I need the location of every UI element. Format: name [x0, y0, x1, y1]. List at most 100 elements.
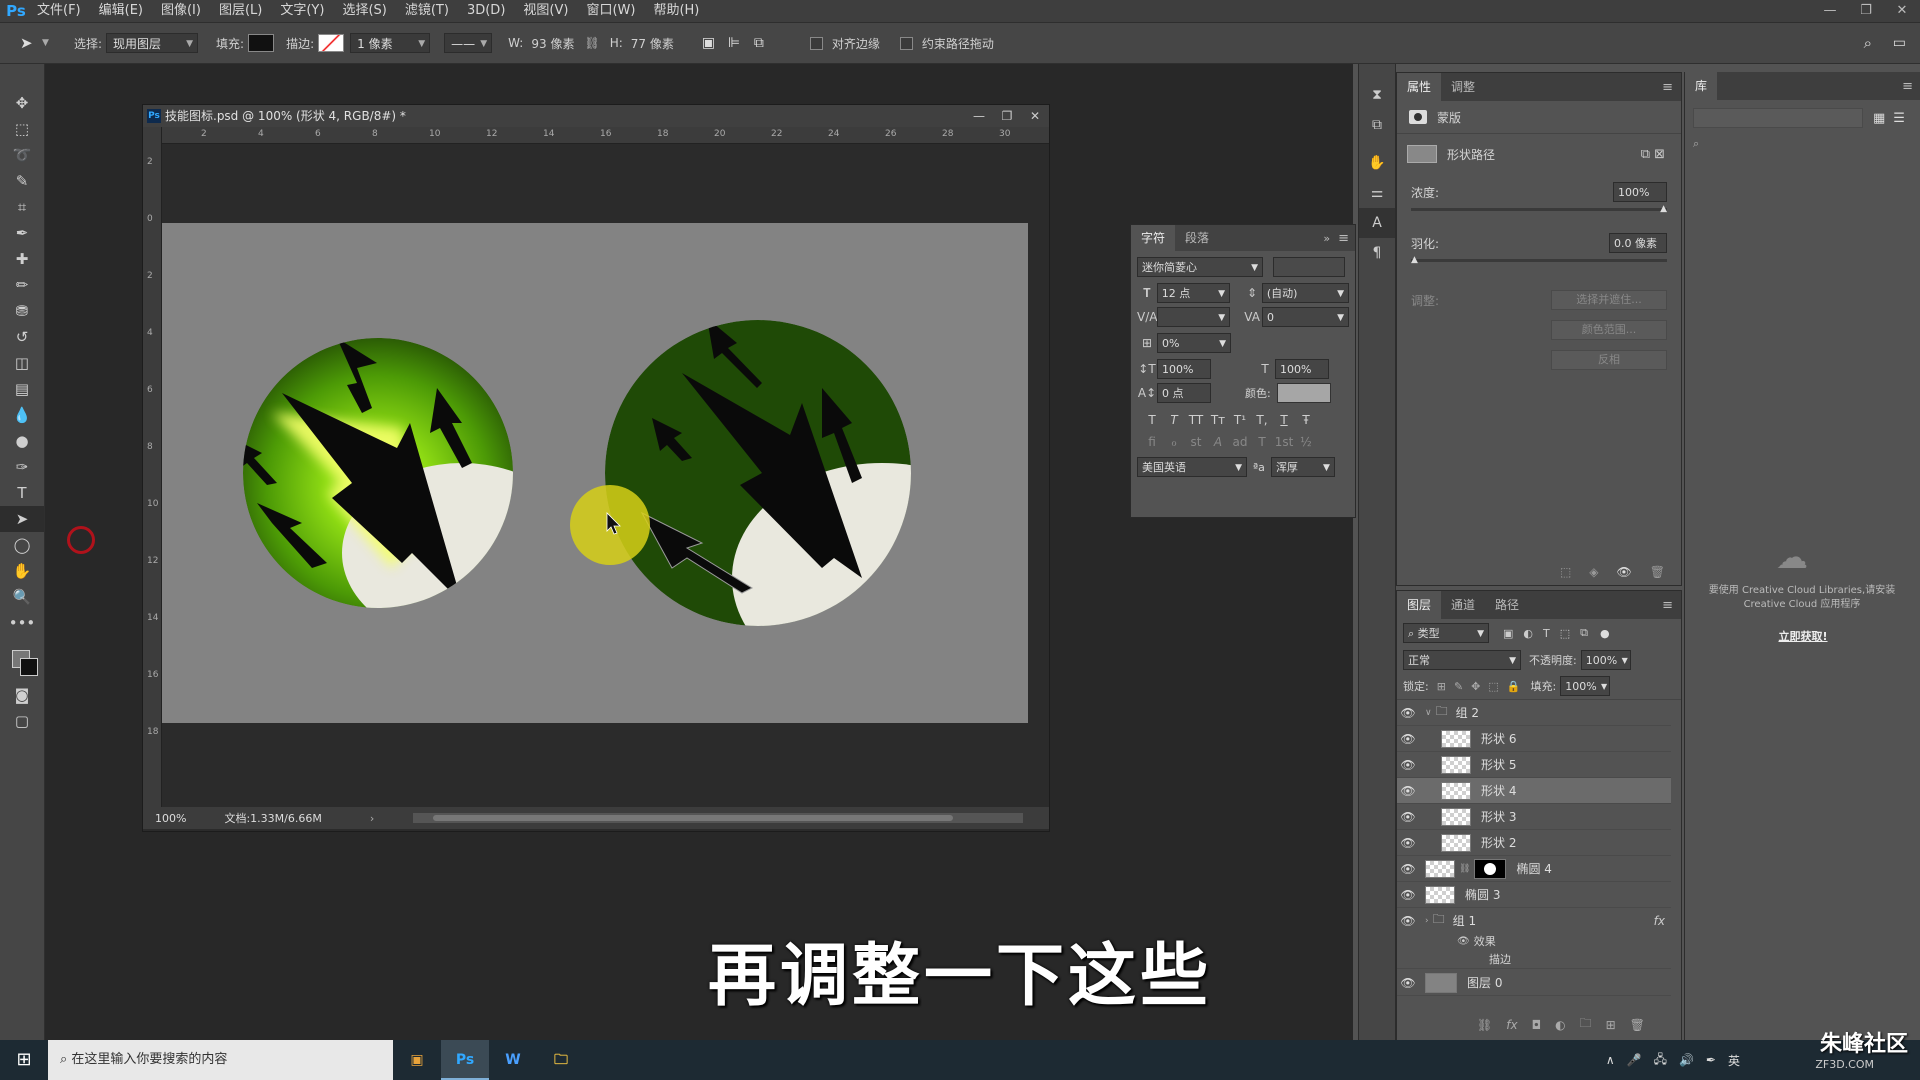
menu-type[interactable]: 文字(Y)	[271, 0, 333, 22]
lock-transparent-icon[interactable]: ⊞	[1437, 680, 1446, 693]
antialias-dropdown[interactable]: 浑厚 ▼	[1270, 457, 1335, 477]
visibility-eye-icon[interactable]: 👁	[1397, 706, 1419, 720]
doc-close-button[interactable]: ✕	[1021, 105, 1049, 127]
visibility-eye-icon[interactable]: 👁	[1397, 732, 1419, 746]
history-panel-icon[interactable]: ⧗	[1359, 80, 1395, 110]
dodge-tool-icon[interactable]: ●	[0, 428, 44, 454]
add-mask-icon[interactable]: ◘	[1532, 1018, 1542, 1032]
load-selection-icon[interactable]: ⬚	[1560, 565, 1571, 579]
visibility-eye-icon[interactable]: 👁	[1397, 784, 1419, 798]
history-brush-tool-icon[interactable]: ↺	[0, 324, 44, 350]
select-and-mask-button[interactable]: 选择并遮住...	[1551, 290, 1667, 310]
layer-row-group-2[interactable]: 👁 ∨ 🗀 组 2	[1397, 700, 1671, 726]
leading-field[interactable]: (自动) ▼	[1261, 283, 1349, 303]
faux-bold-button[interactable]: T	[1141, 413, 1163, 427]
color-range-button[interactable]: 颜色范围...	[1551, 320, 1667, 340]
hand-tool-icon[interactable]: ✋	[0, 558, 44, 584]
properties-panel-icon[interactable]: ⧉	[1359, 110, 1395, 140]
constrain-path-checkbox[interactable]: 约束路径拖动	[899, 35, 998, 52]
taskbar-explorer-icon[interactable]: 🗀	[537, 1040, 585, 1080]
invert-button[interactable]: 反相	[1551, 350, 1667, 370]
type-tool-icon[interactable]: T	[0, 480, 44, 506]
microphone-icon[interactable]: 🎤	[1627, 1053, 1642, 1067]
layer-filter-dropdown[interactable]: ⌕ 类型 ▼	[1403, 623, 1489, 643]
tab-paths[interactable]: 路径	[1485, 591, 1529, 619]
status-arrow-icon[interactable]: ›	[370, 812, 374, 825]
proportional-spacing-field[interactable]: 0% ▼	[1157, 333, 1231, 353]
menu-layer[interactable]: 图层(L)	[210, 0, 271, 22]
eyedropper-tool-icon[interactable]: ✒	[0, 220, 44, 246]
link-icon[interactable]: ⛓	[1459, 864, 1470, 874]
stroke-width-field[interactable]: 1 像素 ▼	[350, 33, 431, 53]
expand-chevron-icon[interactable]: ∨	[1425, 708, 1432, 718]
menu-3d[interactable]: 3D(D)	[458, 0, 514, 22]
link-layers-icon[interactable]: ⛓	[1477, 1018, 1492, 1032]
horizontal-ruler[interactable]: 2 4 6 8 10 12 14 16 18 20 22 24 26 28 30	[161, 127, 1049, 144]
baseline-shift-field[interactable]: 0 点	[1157, 383, 1211, 403]
layer-row-shape-2[interactable]: 👁 形状 2	[1397, 830, 1671, 856]
visibility-eye-icon[interactable]: 👁	[1617, 565, 1632, 579]
chevron-down-icon[interactable]: ▼	[42, 38, 56, 48]
titling-alternates-button[interactable]: T	[1251, 435, 1273, 449]
taskbar-search-input[interactable]: ⌕ 在这里输入你要搜索的内容	[48, 1040, 393, 1080]
vertical-ruler[interactable]: 2 0 2 4 6 8 10 12 14 16 18	[143, 127, 162, 807]
delete-mask-icon[interactable]: 🗑	[1650, 565, 1665, 579]
shape-path-thumbnail[interactable]	[1407, 145, 1437, 163]
fill-field[interactable]: 100% ▼	[1560, 676, 1611, 696]
filter-adjustment-icon[interactable]: ◐	[1523, 627, 1533, 640]
document-canvas[interactable]	[162, 144, 1028, 807]
restore-button[interactable]: ❐	[1848, 0, 1884, 22]
discretionary-ligatures-button[interactable]: st	[1185, 435, 1207, 449]
tab-character[interactable]: 字符	[1131, 225, 1176, 251]
new-layer-icon[interactable]: ⊞	[1606, 1018, 1616, 1032]
blur-tool-icon[interactable]: 💧	[0, 402, 44, 428]
visibility-eye-icon[interactable]: 👁	[1397, 862, 1419, 876]
visibility-eye-icon[interactable]: 👁	[1397, 810, 1419, 824]
doc-minimize-button[interactable]: —	[965, 105, 993, 127]
add-pixel-mask-icon[interactable]: ⧉	[1641, 147, 1650, 162]
taskbar-video-app-icon[interactable]: ▣	[393, 1040, 441, 1080]
fractions-button[interactable]: ½	[1295, 435, 1317, 449]
slider-handle-icon[interactable]: ▲	[1660, 204, 1667, 214]
filter-smart-object-icon[interactable]: ⧉	[1580, 626, 1588, 640]
stroke-swatch[interactable]	[318, 34, 345, 52]
horizontal-scale-field[interactable]: 100%	[1275, 359, 1329, 379]
text-color-swatch[interactable]	[1276, 383, 1331, 403]
height-field[interactable]: 77 像素	[631, 35, 674, 52]
visibility-eye-icon[interactable]: 👁	[1397, 758, 1419, 772]
swash-button[interactable]: A	[1207, 435, 1229, 449]
menu-edit[interactable]: 编辑(E)	[90, 0, 152, 22]
tab-adjustments[interactable]: 调整	[1441, 73, 1485, 101]
close-button[interactable]: ✕	[1884, 0, 1920, 22]
stylistic-alternates-button[interactable]: ad	[1229, 435, 1251, 449]
font-size-field[interactable]: 12 点 ▼	[1156, 283, 1231, 303]
taskbar-word-icon[interactable]: W	[489, 1040, 537, 1080]
zoom-level[interactable]: 100%	[155, 812, 186, 825]
kerning-field[interactable]: ▼	[1157, 307, 1231, 327]
feather-field[interactable]: 0.0 像素	[1609, 233, 1667, 253]
tab-channels[interactable]: 通道	[1441, 591, 1485, 619]
path-select-tool-icon[interactable]: ➤	[20, 34, 42, 52]
ime-indicator[interactable]: 英	[1728, 1052, 1740, 1069]
layer-row-shape-6[interactable]: 👁 形状 6	[1397, 726, 1671, 752]
density-slider[interactable]: ▲	[1411, 204, 1667, 214]
brush-tool-icon[interactable]: ✏	[0, 272, 44, 298]
tray-chevron-icon[interactable]: ∧	[1606, 1053, 1615, 1067]
slider-handle-icon[interactable]: ▲	[1411, 255, 1418, 265]
scrollbar-thumb[interactable]	[433, 815, 953, 821]
character-panel-icon[interactable]: A	[1359, 208, 1395, 238]
all-caps-button[interactable]: TT	[1185, 413, 1207, 427]
visibility-eye-icon[interactable]: 👁	[1397, 888, 1419, 902]
vertical-scale-field[interactable]: 100%	[1157, 359, 1211, 379]
marquee-tool-icon[interactable]: ⬚	[0, 116, 44, 142]
filter-pixel-icon[interactable]: ▣	[1503, 627, 1513, 640]
paragraph-panel-icon[interactable]: ¶	[1359, 238, 1395, 268]
move-tool-icon[interactable]: ✥	[0, 90, 44, 116]
lock-all-icon[interactable]: 🔒	[1507, 680, 1521, 693]
list-view-icon[interactable]: ☰	[1893, 111, 1905, 126]
width-field[interactable]: 93 像素	[531, 35, 574, 52]
filter-type-icon[interactable]: T	[1543, 627, 1550, 640]
add-vector-mask-icon[interactable]: ⊠	[1654, 147, 1665, 162]
alt-ligatures-button[interactable]: ℴ	[1163, 435, 1185, 449]
menu-filter[interactable]: 滤镜(T)	[396, 0, 458, 22]
